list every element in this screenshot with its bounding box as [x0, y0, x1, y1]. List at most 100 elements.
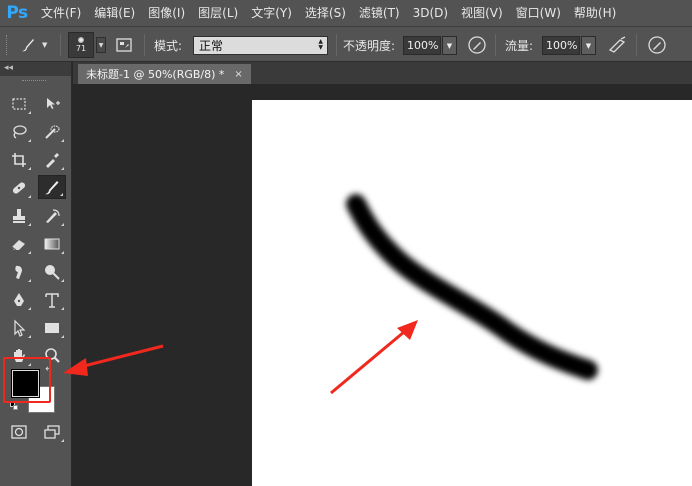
menu-bar: Ps 文件(F) 编辑(E) 图像(I) 图层(L) 文字(Y) 选择(S) 滤… [0, 0, 692, 26]
select-arrows-icon: ▲ ▼ [318, 38, 323, 51]
move-icon [47, 98, 60, 109]
pressure-opacity-icon [468, 36, 486, 54]
brush-panel-icon [116, 38, 132, 52]
airbrush-toggle[interactable] [606, 27, 630, 63]
pen-tool[interactable] [5, 288, 33, 312]
brush-stroke [346, 194, 598, 380]
path-select-icon [14, 319, 26, 337]
document-tab-title: 未标题-1 @ 50%(RGB/8) * [86, 68, 225, 81]
mode-label: 模式: [154, 38, 183, 53]
clone-stamp-tool[interactable] [5, 204, 33, 228]
type-tool[interactable] [38, 288, 66, 312]
history-brush-icon [46, 209, 60, 223]
annotation-highlight-box [3, 357, 51, 403]
menu-edit[interactable]: 编辑(E) [87, 0, 141, 26]
dodge-tool[interactable] [38, 260, 66, 284]
eyedropper-icon [46, 153, 59, 168]
brush-size-value: 71 [75, 44, 87, 53]
menu-select[interactable]: 选择(S) [298, 0, 352, 26]
quick-mask-icon [11, 425, 27, 439]
flow-dropdown[interactable]: ▼ [581, 36, 596, 55]
gradient-icon [44, 238, 60, 250]
tools-panel: ◂◂ ↰ [0, 62, 72, 486]
chevron-down-icon: ▼ [98, 41, 104, 49]
pressure-size-toggle[interactable] [646, 27, 668, 63]
move-tool[interactable] [38, 92, 66, 116]
eraser-tool[interactable] [5, 232, 33, 256]
history-brush-tool[interactable] [38, 204, 66, 228]
blend-mode-select[interactable]: 正常 ▲ ▼ [193, 36, 328, 55]
divider [495, 34, 496, 56]
smudge-icon [15, 265, 22, 279]
quick-selection-tool[interactable] [38, 120, 66, 144]
lasso-icon [13, 125, 27, 139]
airbrush-icon [608, 36, 626, 53]
stamp-icon [13, 209, 25, 223]
brush-tip-icon [78, 37, 84, 43]
chevron-down-icon: ▼ [42, 41, 48, 49]
options-grip[interactable] [6, 35, 9, 55]
lasso-tool[interactable] [5, 120, 33, 144]
menu-window[interactable]: 窗口(W) [509, 0, 567, 26]
divider [636, 34, 637, 56]
screen-mode-icon [44, 425, 60, 439]
collapse-icon[interactable]: ◂◂ [4, 62, 13, 74]
menu-type[interactable]: 文字(Y) [244, 0, 298, 26]
divider [336, 34, 337, 56]
dodge-icon [45, 265, 60, 280]
path-selection-tool[interactable] [5, 316, 33, 340]
pen-icon [14, 293, 24, 306]
smudge-tool[interactable] [5, 260, 33, 284]
document-tab[interactable]: 未标题-1 @ 50%(RGB/8) * × [78, 64, 251, 84]
menu-3d[interactable]: 3D(D) [406, 0, 454, 26]
tools-panel-header[interactable]: ◂◂ [0, 62, 71, 76]
healing-brush-tool[interactable] [5, 176, 33, 200]
brush-preset-picker[interactable]: 71 [68, 32, 94, 58]
rectangle-tool[interactable] [38, 316, 66, 340]
screen-mode-button[interactable] [38, 420, 66, 444]
menu-layer[interactable]: 图层(L) [191, 0, 244, 26]
menu-image[interactable]: 图像(I) [141, 0, 191, 26]
chevron-down-icon: ▼ [446, 41, 453, 50]
tool-preset-picker[interactable]: ▼ [14, 27, 47, 63]
marquee-icon [12, 98, 26, 110]
quick-mask-button[interactable] [5, 420, 33, 444]
pressure-opacity-toggle[interactable] [466, 27, 488, 63]
menu-view[interactable]: 视图(V) [454, 0, 509, 26]
pressure-size-icon [648, 36, 666, 54]
crop-icon [12, 153, 26, 167]
blend-mode-value: 正常 [199, 39, 224, 53]
quick-select-icon [45, 125, 60, 139]
brush-tool-preset-icon [14, 32, 42, 58]
opacity-input[interactable]: 100% [403, 36, 441, 55]
divider [60, 34, 61, 56]
crop-tool[interactable] [5, 148, 33, 172]
eraser-icon [11, 240, 25, 251]
menu-help[interactable]: 帮助(H) [567, 0, 622, 26]
gradient-tool[interactable] [38, 232, 66, 256]
chevron-down-icon: ▼ [585, 41, 592, 50]
flow-input[interactable]: 100% [542, 36, 580, 55]
brush-preset-dropdown[interactable]: ▼ [96, 37, 106, 53]
menu-file[interactable]: 文件(F) [34, 0, 87, 26]
options-bar: ▼ 71 ▼ 模式: 正常 ▲ ▼ 不透明度: 100% ▼ 流量: 100% ▼ [0, 26, 692, 62]
opacity-label: 不透明度: [343, 38, 396, 53]
flow-label: 流量: [505, 38, 534, 53]
rectangle-icon [45, 323, 59, 333]
brush-tool[interactable] [38, 175, 66, 199]
brush-icon [45, 181, 59, 195]
default-colors-icon[interactable] [10, 402, 18, 410]
healing-icon [12, 182, 26, 194]
menu-filter[interactable]: 滤镜(T) [352, 0, 406, 26]
divider [144, 34, 145, 56]
brush-panel-toggle[interactable] [114, 27, 134, 63]
document-tab-strip: 未标题-1 @ 50%(RGB/8) * × [73, 62, 692, 84]
close-icon[interactable]: × [234, 69, 242, 80]
document-canvas[interactable] [252, 100, 692, 486]
type-icon [45, 293, 59, 308]
tools-grip[interactable] [22, 80, 46, 82]
marquee-tool[interactable] [5, 92, 33, 116]
opacity-dropdown[interactable]: ▼ [442, 36, 457, 55]
eyedropper-tool[interactable] [38, 148, 66, 172]
photoshop-logo: Ps [6, 3, 28, 23]
